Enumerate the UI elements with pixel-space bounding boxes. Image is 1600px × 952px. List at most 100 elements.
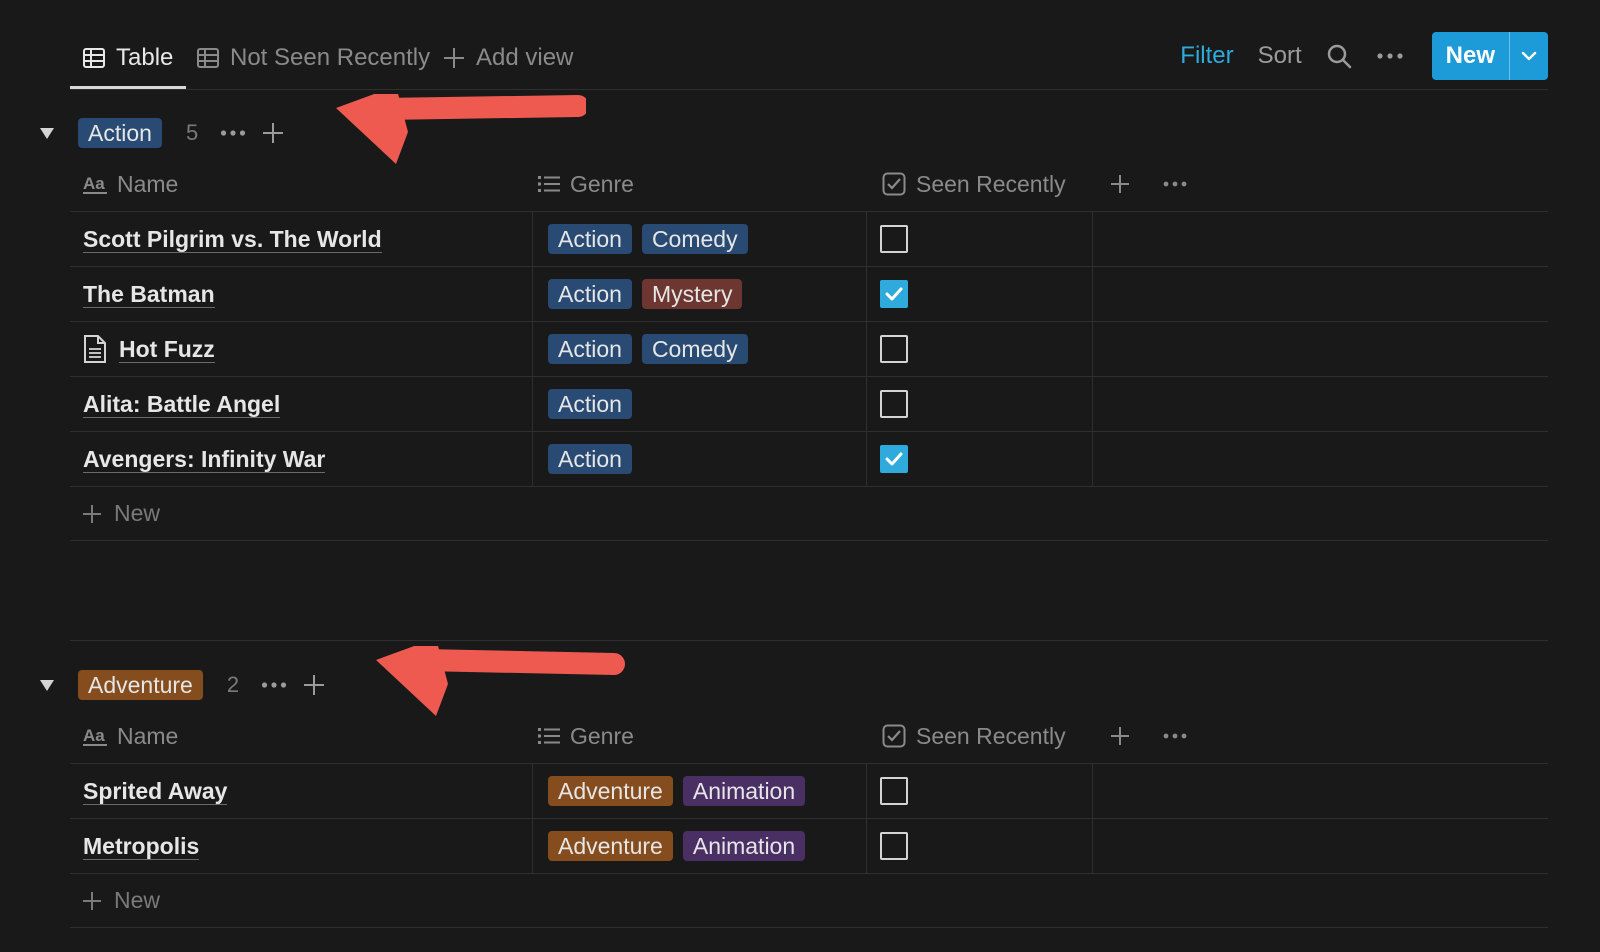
tab-label: Not Seen Recently xyxy=(230,44,431,71)
genre-tag: Adventure xyxy=(548,776,673,806)
table-header: Aa Name Genre Seen Recently xyxy=(70,708,1548,764)
column-more-button[interactable] xyxy=(1163,708,1187,764)
group-table: Aa Name Genre xyxy=(70,156,1548,541)
collapse-toggle-icon[interactable] xyxy=(40,679,54,691)
row-genres[interactable]: Action xyxy=(548,432,632,486)
list-icon xyxy=(538,728,560,744)
cell-divider xyxy=(532,432,533,486)
column-more-button[interactable] xyxy=(1163,156,1187,212)
row-name[interactable]: Sprited Away xyxy=(83,764,228,818)
group-tag[interactable]: Action xyxy=(78,118,162,148)
column-header-genre[interactable]: Genre xyxy=(538,156,634,212)
group-header: Adventure 2 xyxy=(40,668,325,702)
cell-divider xyxy=(532,267,533,321)
column-header-seen-recently[interactable]: Seen Recently xyxy=(882,156,1066,212)
row-name-text: Alita: Battle Angel xyxy=(83,390,281,418)
new-button[interactable]: New xyxy=(1432,32,1509,80)
genre-tag: Comedy xyxy=(641,224,748,254)
cell-divider xyxy=(532,764,533,818)
plus-icon[interactable] xyxy=(262,122,284,144)
plus-icon[interactable] xyxy=(303,674,325,696)
plus-icon xyxy=(83,504,101,523)
table-row[interactable]: Alita: Battle Angel Action xyxy=(70,377,1548,432)
page-icon xyxy=(84,335,106,363)
table-row[interactable]: Sprited Away Adventure Animation xyxy=(70,764,1548,819)
column-header-name[interactable]: Aa Name xyxy=(83,708,178,764)
seen-recently-checkbox[interactable] xyxy=(880,225,908,253)
checkbox-property-icon xyxy=(882,724,906,748)
table-row[interactable]: Avengers: Infinity War Action xyxy=(70,432,1548,487)
cell-divider xyxy=(866,819,867,873)
add-row-button[interactable]: New xyxy=(70,874,1548,928)
row-genres[interactable]: Action Comedy xyxy=(548,212,748,266)
genre-tag: Mystery xyxy=(641,279,743,309)
group-tag[interactable]: Adventure xyxy=(78,670,203,700)
text-property-icon: Aa xyxy=(83,174,107,194)
table-row[interactable]: Scott Pilgrim vs. The World Action Comed… xyxy=(70,212,1548,267)
row-name-text: Avengers: Infinity War xyxy=(83,445,326,473)
row-name[interactable]: Metropolis xyxy=(83,819,200,873)
new-button-group: New xyxy=(1431,32,1548,80)
cell-divider xyxy=(532,322,533,376)
seen-recently-checkbox[interactable] xyxy=(880,832,908,860)
more-options-icon[interactable] xyxy=(220,129,246,137)
filter-button[interactable]: Filter xyxy=(1180,42,1233,70)
chevron-down-icon xyxy=(1521,51,1537,61)
search-icon[interactable] xyxy=(1326,43,1352,69)
row-name[interactable]: The Batman xyxy=(83,267,215,321)
table-row[interactable]: The Batman Action Mystery xyxy=(70,267,1548,322)
more-options-icon xyxy=(1163,181,1187,187)
column-header-label: Name xyxy=(117,170,179,197)
text-property-icon: Aa xyxy=(83,726,107,746)
cell-divider xyxy=(532,212,533,266)
cell-divider xyxy=(866,267,867,321)
row-genres[interactable]: Adventure Animation xyxy=(548,764,806,818)
toolbar-actions: Filter Sort New xyxy=(1180,32,1548,80)
seen-recently-checkbox[interactable] xyxy=(880,390,908,418)
row-name-text: Sprited Away xyxy=(83,777,228,805)
add-row-button[interactable]: New xyxy=(70,487,1548,541)
more-options-icon[interactable] xyxy=(261,681,287,689)
column-header-seen-recently[interactable]: Seen Recently xyxy=(882,708,1066,764)
row-genres[interactable]: Adventure Animation xyxy=(548,819,806,873)
cell-divider xyxy=(1092,267,1093,321)
cell-divider xyxy=(532,819,533,873)
plus-icon xyxy=(444,48,464,68)
add-column-button[interactable] xyxy=(1110,156,1130,212)
row-genres[interactable]: Action Mystery xyxy=(548,267,743,321)
genre-tag: Comedy xyxy=(641,334,748,364)
tab-label: Add view xyxy=(476,44,574,71)
seen-recently-checkbox-checked[interactable] xyxy=(880,280,908,308)
row-name[interactable]: Scott Pilgrim vs. The World xyxy=(83,212,382,266)
genre-tag: Adventure xyxy=(548,831,673,861)
row-name[interactable]: Avengers: Infinity War xyxy=(83,432,326,486)
genre-tag: Action xyxy=(548,279,632,309)
new-dropdown-button[interactable] xyxy=(1510,32,1548,80)
column-header-name[interactable]: Aa Name xyxy=(83,156,178,212)
seen-recently-checkbox[interactable] xyxy=(880,335,908,363)
tab-not-seen-recently[interactable]: Not Seen Recently xyxy=(196,38,430,78)
plus-icon xyxy=(1111,727,1129,745)
group-divider xyxy=(70,640,1548,641)
row-name[interactable]: Alita: Battle Angel xyxy=(83,377,281,431)
sort-button[interactable]: Sort xyxy=(1258,42,1302,70)
seen-recently-checkbox[interactable] xyxy=(880,777,908,805)
add-view-button[interactable]: Add view xyxy=(442,38,573,78)
table-row[interactable]: Metropolis Adventure Animation xyxy=(70,819,1548,874)
table-row[interactable]: Hot Fuzz Action Comedy xyxy=(70,322,1548,377)
column-header-label: Seen Recently xyxy=(916,722,1066,749)
more-options-icon[interactable] xyxy=(1376,51,1404,61)
plus-icon xyxy=(1111,175,1129,193)
add-column-button[interactable] xyxy=(1110,708,1130,764)
row-name[interactable]: Hot Fuzz xyxy=(83,322,215,376)
seen-recently-checkbox-checked[interactable] xyxy=(880,445,908,473)
tab-table[interactable]: Table xyxy=(82,38,173,78)
collapse-toggle-icon[interactable] xyxy=(40,127,54,139)
column-header-genre[interactable]: Genre xyxy=(538,708,634,764)
table-icon xyxy=(83,48,105,68)
group-count: 2 xyxy=(226,672,240,697)
column-header-label: Genre xyxy=(570,722,634,749)
add-row-label: New xyxy=(114,500,161,526)
row-genres[interactable]: Action Comedy xyxy=(548,322,748,376)
row-genres[interactable]: Action xyxy=(548,377,632,431)
